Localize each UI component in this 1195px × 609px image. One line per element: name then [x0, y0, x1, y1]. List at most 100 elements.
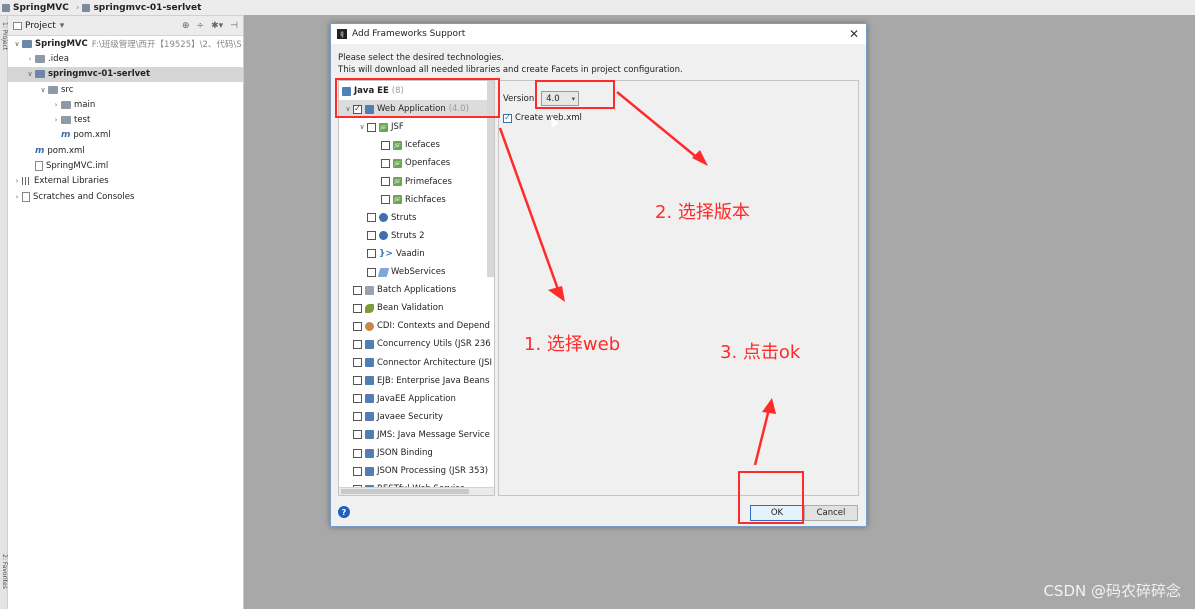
framework-checkbox[interactable] — [353, 321, 362, 331]
dialog-title: Add Frameworks Support — [352, 29, 466, 39]
framework-item[interactable]: JMS: Java Message Service — [339, 426, 494, 444]
framework-checkbox[interactable] — [353, 412, 362, 422]
framework-item[interactable]: JSON Processing (JSR 353) — [339, 462, 494, 480]
gear-icon[interactable]: ✱▾ — [211, 21, 223, 31]
project-tree-item[interactable]: ∨ src — [8, 82, 243, 97]
framework-checkbox[interactable] — [353, 303, 362, 313]
framework-item[interactable]: Javaee Security — [339, 408, 494, 426]
framework-item[interactable]: Connector Architecture (JSI — [339, 354, 494, 372]
javaee-module-icon — [365, 466, 374, 476]
javaee-module-icon — [365, 430, 374, 440]
project-tree-item[interactable]: › test — [8, 112, 243, 127]
framework-item[interactable]: ∨ JSF JSF — [339, 118, 494, 136]
maven-file-icon: m — [61, 130, 71, 141]
project-tree-item[interactable]: ∨ springmvc-01-serlvet — [8, 66, 243, 82]
close-icon[interactable]: ✕ — [842, 27, 866, 41]
chevron-right-icon[interactable]: › — [12, 177, 22, 185]
annotation-step3: 3. 点击ok — [720, 342, 801, 363]
chevron-down-icon[interactable]: ∨ — [12, 40, 22, 48]
framework-label: JSON Binding — [377, 448, 433, 458]
javaee-module-icon — [365, 412, 374, 422]
framework-item[interactable]: Concurrency Utils (JSR 236 — [339, 335, 494, 353]
framework-item[interactable]: }> Vaadin — [339, 245, 494, 263]
framework-item[interactable]: JSF Icefaces — [339, 136, 494, 154]
framework-checkbox[interactable] — [353, 394, 362, 404]
project-tree-item[interactable]: m pom.xml — [8, 128, 243, 143]
chevron-down-icon[interactable]: ∨ — [357, 123, 367, 131]
framework-label: Batch Applications — [377, 285, 457, 296]
framework-item[interactable]: JavaEE Application — [339, 390, 494, 408]
chevron-down-icon[interactable]: ∨ — [25, 70, 35, 78]
project-tree-item[interactable]: › .idea — [8, 51, 243, 66]
framework-checkbox[interactable] — [381, 195, 390, 205]
framework-label: Primefaces — [405, 176, 452, 187]
collapse-icon[interactable]: ÷ — [197, 21, 205, 31]
help-icon[interactable]: ? — [338, 506, 350, 518]
scrollbar-thumb[interactable] — [341, 489, 469, 494]
framework-item[interactable]: Batch Applications — [339, 281, 494, 299]
framework-checkbox[interactable] — [353, 376, 362, 386]
framework-item[interactable]: JSF Openfaces — [339, 154, 494, 172]
framework-checkbox[interactable] — [353, 339, 362, 349]
chevron-down-icon[interactable]: ▾ — [60, 21, 65, 31]
framework-label: Struts 2 — [391, 230, 425, 241]
project-tree-item[interactable]: › External Libraries — [8, 174, 243, 189]
framework-label: Icefaces — [405, 140, 440, 151]
library-icon — [22, 177, 31, 186]
project-tree-item[interactable]: ∨ SpringMVC F:\班级管理\西开【19525】\2、代码\S — [8, 36, 243, 51]
project-tool-tab[interactable]: 1: Project — [0, 22, 8, 50]
tree-item-label: SpringMVC.iml — [46, 161, 109, 172]
project-tree-item[interactable]: › Scratches and Consoles — [8, 189, 243, 204]
project-tree-item[interactable]: m pom.xml — [8, 143, 243, 158]
framework-checkbox[interactable] — [367, 231, 376, 241]
framework-checkbox[interactable] — [367, 213, 376, 223]
framework-item[interactable]: EJB: Enterprise Java Beans — [339, 372, 494, 390]
framework-item[interactable]: Struts — [339, 209, 494, 227]
create-web-xml-row[interactable]: ✓ Create web.xml — [503, 113, 582, 123]
project-view-selector[interactable]: Project — [25, 21, 56, 31]
folder-icon — [35, 70, 45, 79]
framework-item[interactable]: Bean Validation — [339, 299, 494, 317]
tree-item-label: External Libraries — [34, 176, 109, 187]
framework-checkbox[interactable] — [381, 140, 390, 150]
framework-item[interactable]: CDI: Contexts and Depend — [339, 317, 494, 335]
breadcrumb-item-project[interactable]: SpringMVC — [2, 3, 69, 13]
chevron-right-icon[interactable]: › — [25, 55, 35, 63]
framework-item[interactable]: JSF Richfaces — [339, 191, 494, 209]
framework-checkbox[interactable] — [367, 249, 376, 259]
framework-checkbox[interactable] — [353, 358, 362, 367]
framework-checkbox[interactable] — [367, 122, 376, 132]
chevron-right-icon[interactable]: › — [51, 101, 61, 109]
create-web-xml-checkbox[interactable]: ✓ — [503, 113, 512, 123]
horizontal-scrollbar[interactable] — [339, 487, 494, 495]
chevron-down-icon[interactable]: ∨ — [38, 86, 48, 94]
chevron-right-icon[interactable]: › — [12, 193, 22, 201]
project-tree-item[interactable]: SpringMVC.iml — [8, 158, 243, 173]
chevron-right-icon[interactable]: › — [51, 116, 61, 124]
vaadin-icon: }> — [379, 248, 393, 259]
framework-checkbox[interactable] — [353, 448, 362, 458]
framework-checkbox[interactable] — [353, 466, 362, 476]
sync-icon[interactable]: ⊕ — [182, 21, 190, 31]
framework-checkbox[interactable] — [381, 158, 390, 168]
javaee-module-icon — [365, 339, 374, 349]
favorites-tool-tab[interactable]: 2: Favorites — [0, 554, 8, 589]
framework-item[interactable]: Struts 2 — [339, 227, 494, 245]
project-tree-item[interactable]: › main — [8, 97, 243, 112]
framework-item[interactable]: WebServices — [339, 263, 494, 281]
framework-checkbox[interactable] — [353, 430, 362, 440]
breadcrumb-item-module[interactable]: springmvc-01-serlvet — [82, 3, 201, 13]
framework-checkbox[interactable] — [367, 267, 376, 277]
cancel-button[interactable]: Cancel — [804, 505, 858, 521]
framework-item[interactable]: JSON Binding — [339, 444, 494, 462]
tree-item-label: pom.xml — [73, 130, 111, 141]
folder-icon — [48, 85, 58, 94]
framework-checkbox[interactable] — [381, 177, 390, 186]
framework-item[interactable]: JSF Primefaces — [339, 173, 494, 191]
framework-label: Struts — [391, 212, 417, 223]
tree-item-label: springmvc-01-serlvet — [48, 69, 151, 80]
annotation-box-web — [335, 78, 500, 118]
hide-icon[interactable]: ⊣ — [230, 21, 238, 31]
framework-label: JSF — [391, 122, 404, 133]
framework-checkbox[interactable] — [353, 285, 362, 295]
